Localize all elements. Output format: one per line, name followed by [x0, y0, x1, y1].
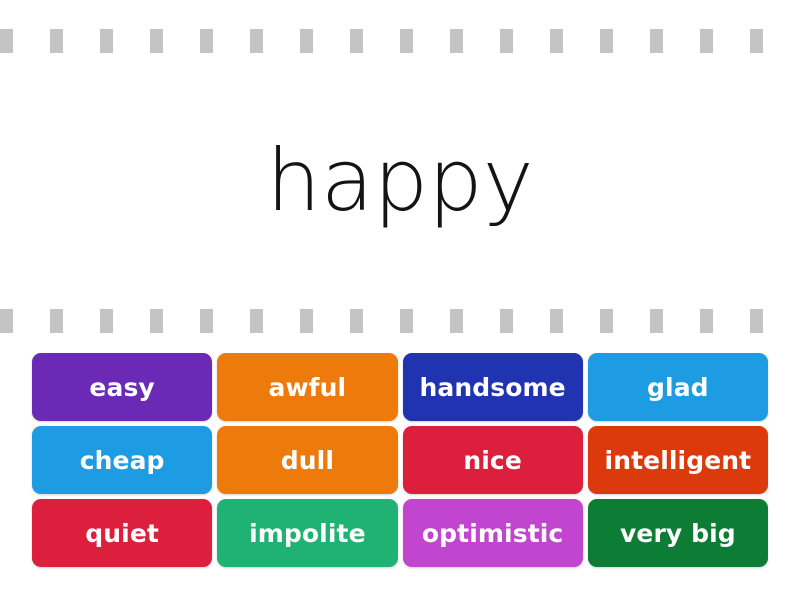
separator-dash: [100, 309, 113, 333]
separator-dash: [0, 29, 13, 53]
separator-dash: [150, 309, 163, 333]
answer-tile-cheap[interactable]: cheap: [32, 426, 213, 494]
answer-tile-intelligent[interactable]: intelligent: [587, 426, 768, 494]
separator-dash: [600, 309, 613, 333]
separator-dash: [400, 309, 413, 333]
answer-tile-very-big[interactable]: very big: [587, 499, 768, 567]
separator-dash: [550, 309, 563, 333]
answer-tile-quiet[interactable]: quiet: [32, 499, 213, 567]
separator-dash: [600, 29, 613, 53]
separator-dash: [750, 29, 763, 53]
separator-dash: [250, 309, 263, 333]
separator-dash: [50, 29, 63, 53]
separator-dash: [550, 29, 563, 53]
answer-tile-dull[interactable]: dull: [217, 426, 398, 494]
separator-dash: [500, 309, 513, 333]
separator-dash: [300, 309, 313, 333]
answer-tile-row: easy awful handsome glad: [32, 353, 768, 421]
separator-dash: [0, 309, 13, 333]
answer-tile-impolite[interactable]: impolite: [217, 499, 398, 567]
separator-dash: [700, 29, 713, 53]
answer-tile-awful[interactable]: awful: [217, 353, 398, 421]
separator-dash: [200, 29, 213, 53]
separator-dash: [650, 29, 663, 53]
separator-dash: [200, 309, 213, 333]
answer-tile-optimistic[interactable]: optimistic: [402, 499, 583, 567]
separator-dash: [350, 309, 363, 333]
separator-dash: [300, 29, 313, 53]
answer-tile-easy[interactable]: easy: [32, 353, 213, 421]
separator-dash: [400, 29, 413, 53]
prompt-word: happy: [266, 131, 534, 231]
answer-tile-nice[interactable]: nice: [402, 426, 583, 494]
answer-tile-row: cheap dull nice intelligent: [32, 426, 768, 494]
separator-middle: [0, 309, 800, 333]
answer-tile-grid: easy awful handsome glad cheap dull nice intell…: [32, 353, 768, 567]
separator-dash: [500, 29, 513, 53]
separator-dash: [450, 29, 463, 53]
separator-dash: [150, 29, 163, 53]
separator-dash: [700, 309, 713, 333]
separator-top: [0, 29, 800, 53]
answer-tile-row: quiet impolite optimistic very big: [32, 499, 768, 567]
separator-dash: [650, 309, 663, 333]
separator-dash: [250, 29, 263, 53]
separator-dash: [750, 309, 763, 333]
prompt-area: happy: [0, 53, 800, 309]
separator-dash: [50, 309, 63, 333]
answer-tile-glad[interactable]: glad: [587, 353, 768, 421]
separator-dash: [350, 29, 363, 53]
separator-dash: [100, 29, 113, 53]
separator-dash: [450, 309, 463, 333]
answer-tile-handsome[interactable]: handsome: [402, 353, 583, 421]
